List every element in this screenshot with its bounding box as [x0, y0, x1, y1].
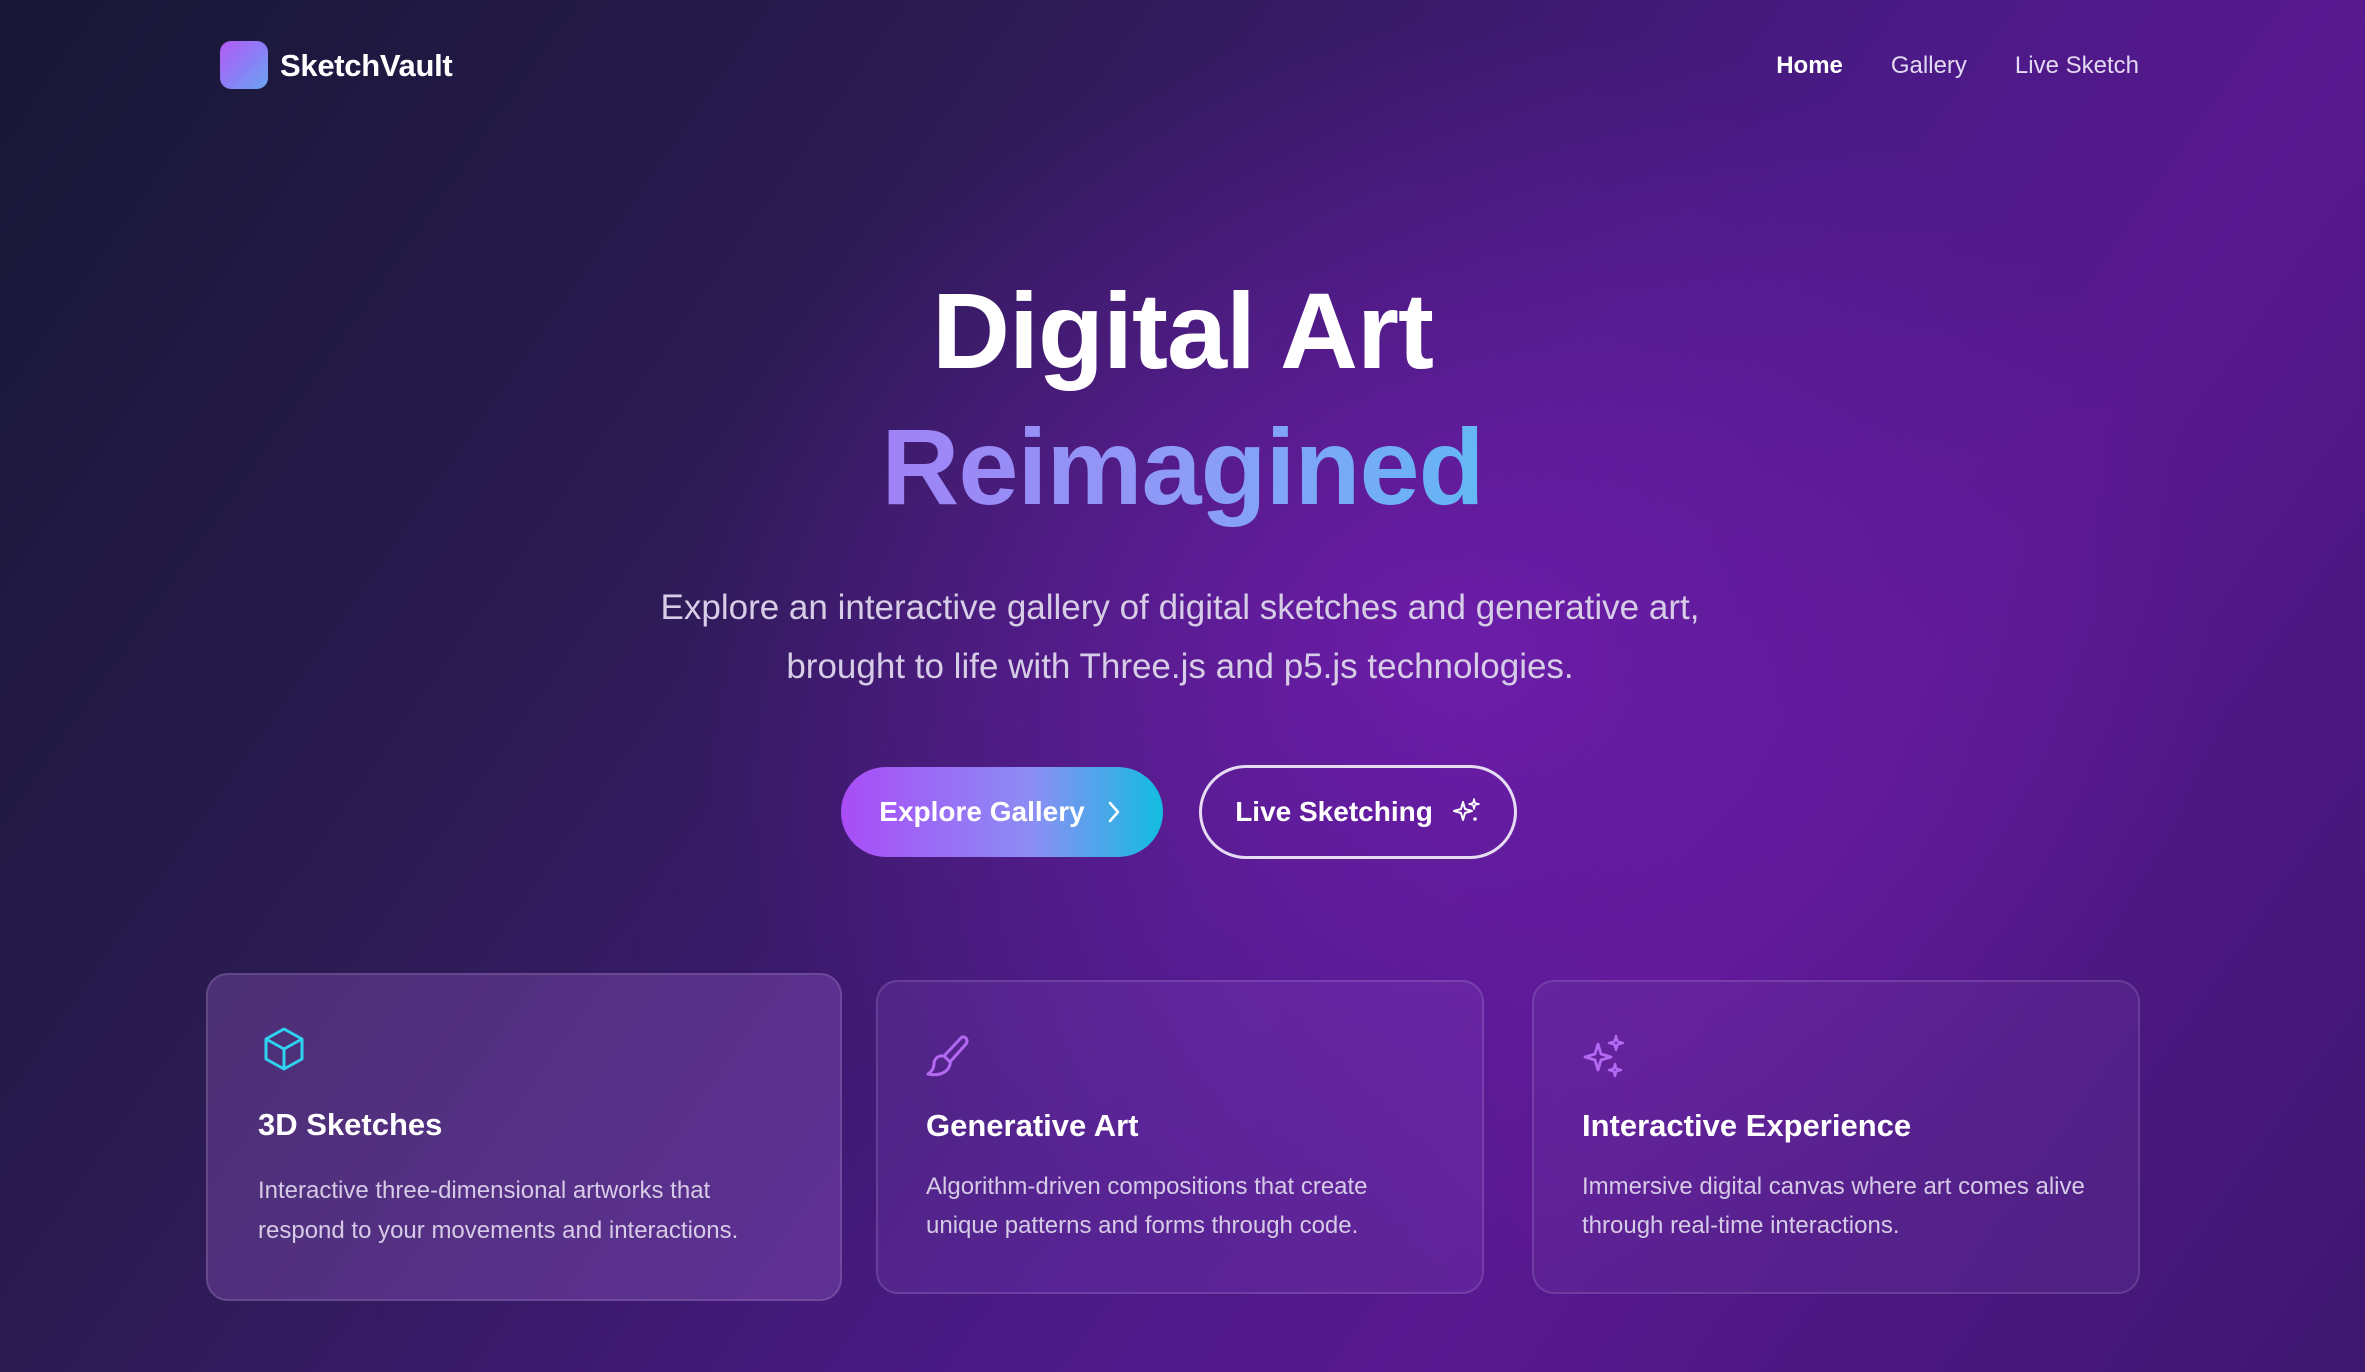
feature-title: 3D Sketches	[258, 1107, 443, 1142]
hero-title: Digital Art	[932, 270, 1434, 391]
nav-links: Home Gallery Live Sketch	[1776, 44, 2139, 88]
hero-subtitle-line-2: brought to life with Three.js and p5.js …	[786, 647, 1574, 686]
brand-name[interactable]: SketchVault	[280, 44, 453, 88]
top-navigation: SketchVault Home Gallery Live Sketch	[0, 0, 2365, 132]
nav-item-live-sketch[interactable]: Live Sketch	[2015, 44, 2139, 88]
explore-gallery-button[interactable]: Explore Gallery	[841, 767, 1163, 857]
explore-gallery-label: Explore Gallery	[879, 796, 1085, 827]
cube-icon	[264, 1027, 304, 1071]
nav-item-home[interactable]: Home	[1776, 44, 1843, 88]
feature-description: Immersive digital canvas where art comes…	[1582, 1173, 2085, 1239]
feature-description: Algorithm-driven compositions that creat…	[926, 1173, 1368, 1239]
feature-description: Interactive three-dimensional artworks t…	[258, 1177, 739, 1244]
live-sketching-button[interactable]: Live Sketching	[1199, 765, 1517, 859]
hero-subtitle-line-1: Explore an interactive gallery of digita…	[660, 588, 1700, 627]
sparkles-icon	[1583, 1034, 1625, 1078]
feature-card-3d-sketches[interactable]: 3D Sketches Interactive three-dimensiona…	[206, 973, 842, 1301]
chevron-right-icon	[1108, 801, 1120, 823]
feature-card-generative-art[interactable]: Generative Art Algorithm-driven composit…	[876, 980, 1484, 1294]
nav-item-gallery[interactable]: Gallery	[1891, 44, 1967, 88]
logo-icon[interactable]	[220, 41, 268, 89]
feature-card-interactive-experience[interactable]: Interactive Experience Immersive digital…	[1532, 980, 2140, 1294]
live-sketching-label: Live Sketching	[1235, 796, 1433, 827]
sparkles-icon	[1452, 798, 1480, 821]
paintbrush-icon	[926, 1035, 969, 1077]
feature-title: Interactive Experience	[1582, 1108, 1912, 1143]
hero-title-highlight: Reimagined	[0, 400, 2365, 534]
hero-title-highlight-text: Reimagined	[881, 406, 1484, 527]
feature-title: Generative Art	[926, 1108, 1139, 1143]
hero-subtitle: Explore an interactive gallery of digita…	[560, 578, 1800, 696]
